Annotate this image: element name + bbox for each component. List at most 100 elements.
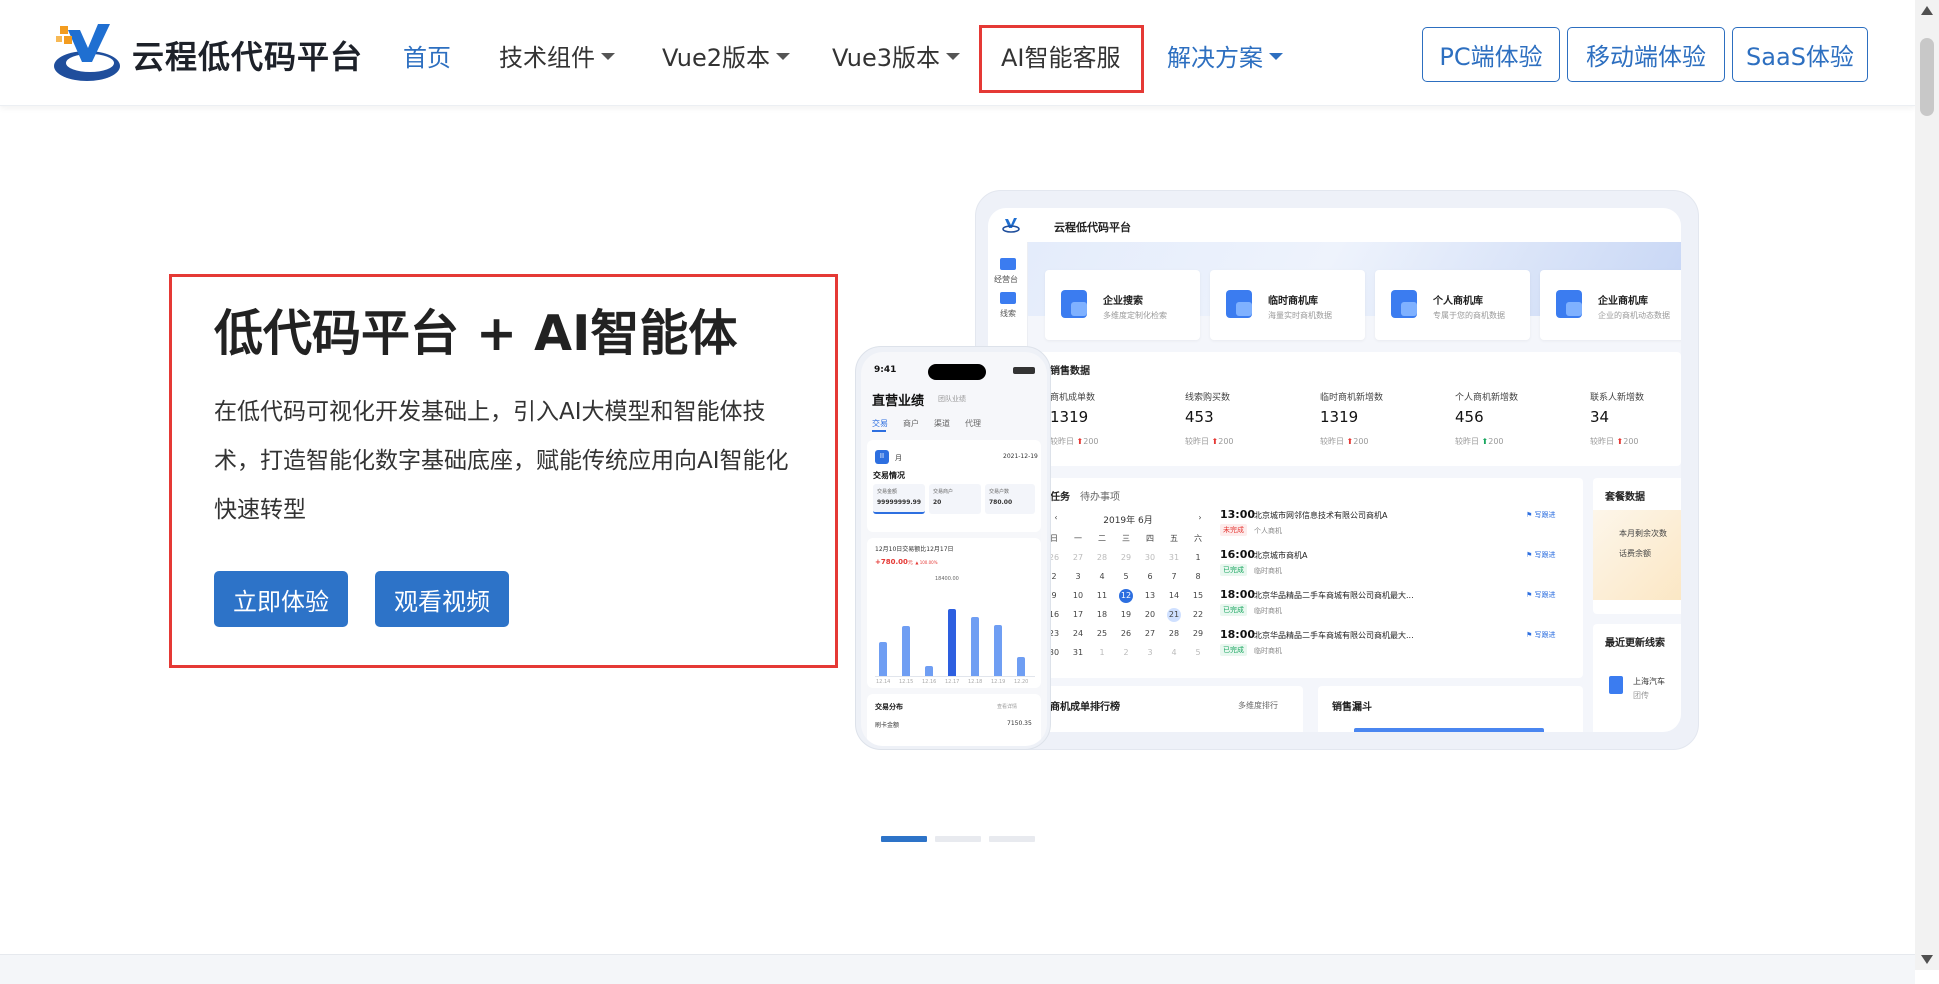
scrollbar-thumb[interactable] bbox=[1920, 38, 1934, 116]
calendar-day[interactable]: 13 bbox=[1140, 591, 1160, 600]
calendar-day[interactable]: 7 bbox=[1164, 572, 1184, 581]
stat-label: 线索购买数 bbox=[1185, 393, 1231, 403]
calendar-day[interactable]: 5 bbox=[1188, 648, 1208, 657]
calendar-day[interactable]: 31 bbox=[1164, 553, 1184, 562]
calendar-day[interactable]: 14 bbox=[1164, 591, 1184, 600]
phone-date[interactable]: 2021-12-19 bbox=[1003, 453, 1038, 460]
scroll-down-icon[interactable] bbox=[1921, 955, 1933, 964]
phone-box: 交易商户 20 bbox=[929, 484, 981, 514]
chart-bar bbox=[879, 642, 887, 676]
logo-text[interactable]: 云程低代码平台 bbox=[132, 32, 363, 78]
task-name[interactable]: 北京华品精品二手车商城有限公司商机最大... bbox=[1254, 630, 1414, 641]
calendar-day[interactable]: 4 bbox=[1092, 572, 1112, 581]
calendar-day[interactable]: 17 bbox=[1068, 610, 1088, 619]
carousel-dot[interactable] bbox=[989, 836, 1035, 842]
nav-solutions[interactable]: 解决方案 bbox=[1167, 38, 1283, 73]
stat-value: 1319 bbox=[1320, 408, 1359, 426]
watch-video-button[interactable]: 观看视频 bbox=[375, 571, 509, 627]
nav-vue3[interactable]: Vue3版本 bbox=[832, 38, 961, 73]
calendar-day[interactable]: 22 bbox=[1188, 610, 1208, 619]
phone-tab-channel[interactable]: 渠道 bbox=[934, 418, 950, 429]
quick-card-title: 临时商机库 bbox=[1268, 296, 1318, 307]
calendar-day[interactable]: 31 bbox=[1068, 648, 1088, 657]
calendar-day[interactable]: 27 bbox=[1140, 629, 1160, 638]
pause-icon[interactable]: II bbox=[875, 450, 889, 464]
calendar-day[interactable]: 21 bbox=[1164, 610, 1184, 619]
quick-card-enterprise-leads: 企业商机库 企业的商机动态数据 bbox=[1540, 270, 1681, 340]
calendar-day[interactable]: 27 bbox=[1068, 553, 1088, 562]
calendar-day[interactable]: 6 bbox=[1140, 572, 1160, 581]
ranking-link[interactable]: 多维度排行 bbox=[1238, 700, 1278, 711]
carousel-dot[interactable] bbox=[881, 836, 927, 842]
phone-tab-merchant[interactable]: 商户 bbox=[903, 418, 919, 429]
calendar-day[interactable]: 1 bbox=[1092, 648, 1112, 657]
calendar-day[interactable]: 30 bbox=[1140, 553, 1160, 562]
calendar-day[interactable]: 29 bbox=[1116, 553, 1136, 562]
nav-vue2[interactable]: Vue2版本 bbox=[662, 38, 791, 73]
horizontal-scrollbar[interactable] bbox=[0, 954, 1915, 984]
calendar-day[interactable]: 15 bbox=[1188, 591, 1208, 600]
nav-tech-components[interactable]: 技术组件 bbox=[499, 38, 615, 73]
calendar-day[interactable]: 8 bbox=[1188, 572, 1208, 581]
logo-icon[interactable] bbox=[52, 20, 122, 86]
calendar-day[interactable]: 3 bbox=[1068, 572, 1088, 581]
calendar-day[interactable]: 5 bbox=[1116, 572, 1136, 581]
hero-description: 在低代码可视化开发基础上，引入AI大模型和智能体技术，打造智能化数字基础底座，赋… bbox=[214, 399, 789, 523]
stat-compare: 较昨日 ⬆200 bbox=[1050, 436, 1099, 447]
calendar-day[interactable]: 19 bbox=[1116, 610, 1136, 619]
phone-box: 交易金额 99999999.99 bbox=[873, 484, 925, 514]
calendar-day[interactable]: 18 bbox=[1092, 610, 1112, 619]
calendar-day[interactable]: 26 bbox=[1116, 629, 1136, 638]
phone-box-label: 交易金额 bbox=[877, 489, 898, 495]
calendar-weekday: 五 bbox=[1170, 534, 1178, 543]
calendar-day[interactable]: 2 bbox=[1116, 648, 1136, 657]
stat-delta: 200 bbox=[1353, 437, 1369, 446]
calendar-day[interactable]: 20 bbox=[1140, 610, 1160, 619]
phone-box-value: 20 bbox=[933, 499, 942, 506]
phone-tab-trade[interactable]: 交易 bbox=[872, 418, 888, 429]
task-name[interactable]: 北京城市网邻信息技术有限公司商机A bbox=[1254, 510, 1387, 521]
phone-tab-agent[interactable]: 代理 bbox=[965, 418, 981, 429]
phone-period[interactable]: 月 bbox=[895, 453, 902, 463]
stat-value: 34 bbox=[1590, 408, 1610, 426]
task-name[interactable]: 北京华品精品二手车商城有限公司商机最大... bbox=[1254, 590, 1414, 601]
vertical-scrollbar[interactable] bbox=[1915, 0, 1939, 970]
calendar-day[interactable]: 25 bbox=[1092, 629, 1112, 638]
nav-home[interactable]: 首页 bbox=[403, 38, 451, 73]
write-followup-link[interactable]: ⚑ 写跟进 bbox=[1526, 550, 1556, 560]
carousel-dot[interactable] bbox=[935, 836, 981, 842]
phone-dist-link[interactable]: 查看详情 bbox=[997, 703, 1017, 710]
saas-demo-button[interactable]: SaaS体验 bbox=[1732, 27, 1868, 82]
mobile-demo-button[interactable]: 移动端体验 bbox=[1567, 27, 1725, 82]
calendar-weekday: 三 bbox=[1122, 534, 1130, 543]
calendar-day[interactable]: 24 bbox=[1068, 629, 1088, 638]
database-icon bbox=[1556, 290, 1582, 318]
write-followup-link[interactable]: ⚑ 写跟进 bbox=[1526, 630, 1556, 640]
calendar-day[interactable]: 11 bbox=[1092, 591, 1112, 600]
pc-demo-button[interactable]: PC端体验 bbox=[1422, 27, 1560, 82]
calendar-day[interactable]: 12 bbox=[1116, 591, 1136, 600]
stat-value: 453 bbox=[1185, 408, 1214, 426]
calendar-day[interactable]: 4 bbox=[1164, 648, 1184, 657]
try-now-button[interactable]: 立即体验 bbox=[214, 571, 348, 627]
calendar-next-icon[interactable]: › bbox=[1190, 513, 1210, 522]
calendar-day[interactable]: 28 bbox=[1092, 553, 1112, 562]
calendar-day[interactable]: 3 bbox=[1140, 648, 1160, 657]
calendar-day[interactable]: 10 bbox=[1068, 591, 1088, 600]
calendar-day[interactable]: 29 bbox=[1188, 629, 1208, 638]
phone-box-value: 780.00 bbox=[989, 499, 1013, 506]
nav-ai-service[interactable]: AI智能客服 bbox=[1001, 38, 1121, 73]
calendar-day[interactable]: 1 bbox=[1188, 553, 1208, 562]
write-followup-link[interactable]: ⚑ 写跟进 bbox=[1526, 590, 1556, 600]
stat-compare-label: 较昨日 bbox=[1455, 437, 1479, 446]
chart-bar bbox=[902, 626, 910, 676]
recent-item[interactable]: 上海汽车 bbox=[1633, 676, 1665, 687]
quick-card-title: 个人商机库 bbox=[1433, 296, 1483, 307]
quick-card-sub: 企业的商机动态数据 bbox=[1598, 311, 1670, 320]
building-icon bbox=[1609, 676, 1623, 694]
calendar-day[interactable]: 28 bbox=[1164, 629, 1184, 638]
task-name[interactable]: 北京城市商机A bbox=[1254, 550, 1307, 561]
phone-subtitle[interactable]: 团队业绩 bbox=[938, 394, 966, 404]
write-followup-link[interactable]: ⚑ 写跟进 bbox=[1526, 510, 1556, 520]
scroll-up-icon[interactable] bbox=[1921, 6, 1933, 15]
